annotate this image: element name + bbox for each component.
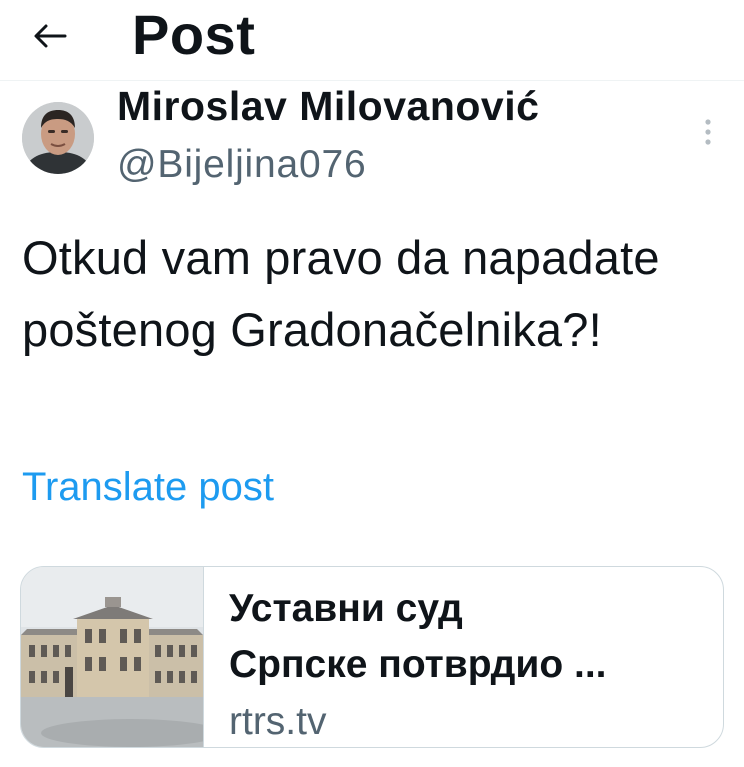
card-title-line-2: Српске потврдио ... [229, 643, 607, 686]
post-text: Otkud vam pravo da napadate poštenog Gra… [22, 231, 660, 356]
card-domain: rtrs.tv [229, 700, 327, 743]
avatar[interactable] [22, 102, 94, 174]
more-vertical-icon [705, 119, 711, 145]
author-handle[interactable]: @Bijeljina076 [117, 142, 366, 188]
arrow-left-icon [34, 24, 67, 48]
translate-post-link[interactable]: Translate post [22, 460, 274, 514]
post-page: Post Miroslav Milovanović @Bijeljina076 … [0, 0, 744, 767]
link-preview-card[interactable]: Уставни суд Српске потврдио ... rtrs.tv [20, 566, 724, 748]
card-body: Уставни суд Српске потврдио ... rtrs.tv [229, 581, 709, 745]
building-photo [21, 567, 221, 747]
more-options-button[interactable] [690, 112, 726, 152]
avatar-photo [22, 102, 94, 174]
top-bar: Post [0, 0, 744, 81]
back-button[interactable] [26, 16, 74, 56]
card-thumbnail [21, 567, 221, 747]
card-title-line-1: Уставни суд [229, 587, 463, 630]
author-name[interactable]: Miroslav Milovanović [117, 83, 539, 129]
page-title: Post [132, 3, 256, 66]
